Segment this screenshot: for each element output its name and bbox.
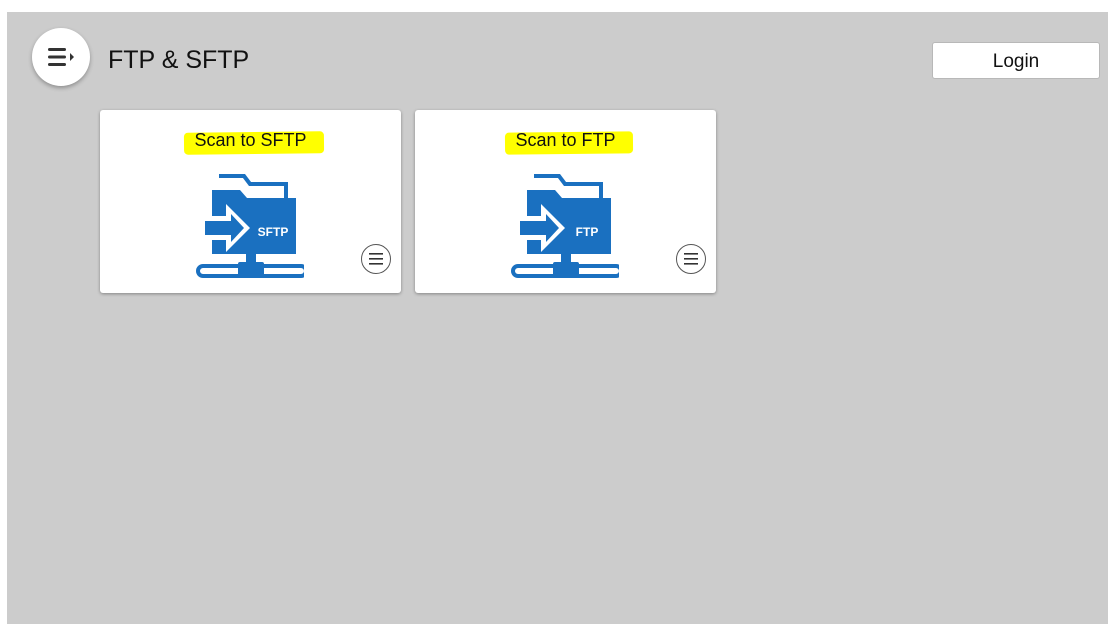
tile-label-wrapper: Scan to SFTP bbox=[184, 128, 325, 155]
icon-text: SFTP bbox=[258, 225, 289, 239]
tile-label: Scan to FTP bbox=[515, 130, 616, 150]
tile-menu-button[interactable] bbox=[361, 244, 391, 274]
tile-menu-button[interactable] bbox=[676, 244, 706, 274]
scan-to-sftp-icon: SFTP bbox=[196, 174, 304, 278]
tile-scan-to-ftp[interactable]: Scan to FTP FTP bbox=[415, 110, 716, 293]
scan-to-ftp-icon: FTP bbox=[511, 174, 619, 278]
main-menu-button[interactable] bbox=[32, 28, 90, 86]
app-workspace: FTP & SFTP Login Scan to SFTP SFTP Scan … bbox=[7, 12, 1108, 624]
tile-menu-icon bbox=[369, 253, 383, 265]
tile-label: Scan to SFTP bbox=[194, 130, 307, 150]
page-title: FTP & SFTP bbox=[108, 46, 250, 74]
tile-scan-to-sftp[interactable]: Scan to SFTP SFTP bbox=[100, 110, 401, 293]
tile-menu-icon bbox=[684, 253, 698, 265]
icon-text: FTP bbox=[576, 225, 599, 239]
tile-label-wrapper: Scan to FTP bbox=[505, 128, 634, 155]
hamburger-menu-icon bbox=[48, 48, 74, 66]
login-button[interactable]: Login bbox=[932, 42, 1100, 79]
